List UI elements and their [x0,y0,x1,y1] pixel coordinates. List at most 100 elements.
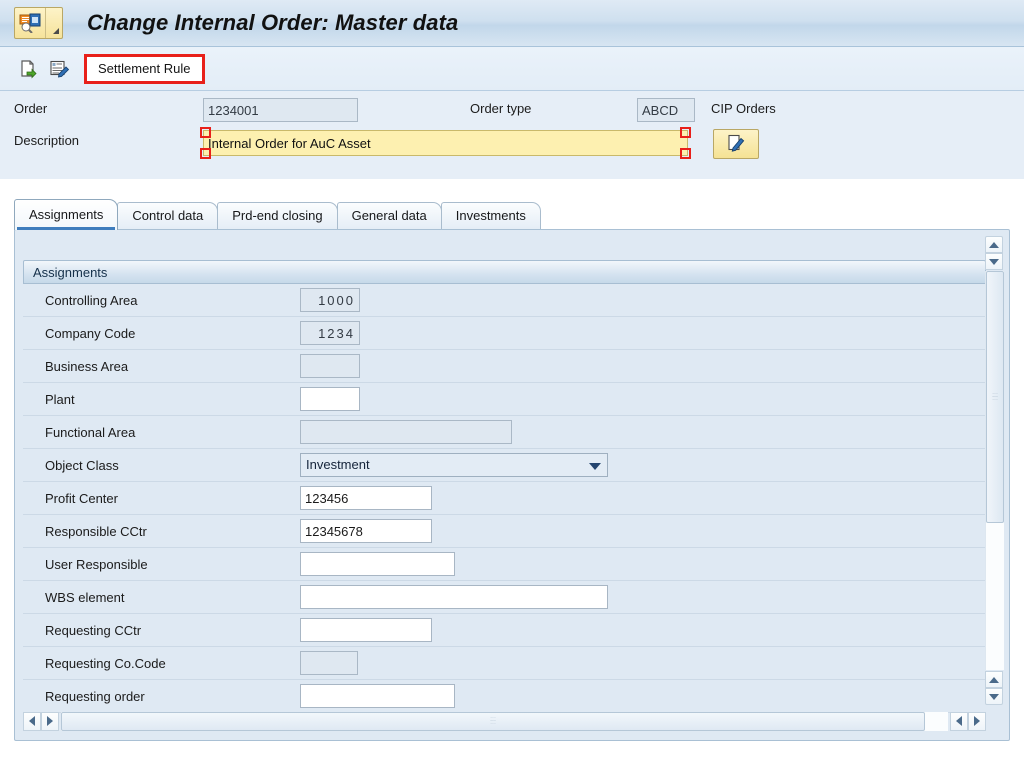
cip-orders-label: CIP Orders [711,101,776,116]
field-input[interactable] [300,486,432,510]
field-label: Requesting Co.Code [45,655,166,671]
field-control [300,354,360,378]
sap-order-icon [15,8,45,38]
field-control [300,486,432,510]
field-input[interactable] [300,354,360,378]
field-label: Object Class [45,457,119,473]
grip-dots-icon: :::::: [490,716,496,726]
field-input[interactable] [300,387,360,411]
field-input[interactable] [300,585,608,609]
field-label: Plant [45,391,75,407]
assignments-group-header: Assignments [23,260,986,284]
order-type-label: Order type [470,101,532,116]
scroll-up-bottom-icon[interactable] [985,671,1003,688]
field-row: Controlling Area [23,284,986,317]
group-title: Assignments [33,264,108,280]
settlement-rule-highlight: Settlement Rule [84,53,205,84]
field-label: Controlling Area [45,292,138,308]
field-label: WBS element [45,589,125,605]
field-label: Responsible CCtr [45,523,147,539]
tab-investments[interactable]: Investments [440,202,541,230]
field-row: Business Area [23,350,986,383]
vertical-scroll-track[interactable]: :::::: [985,271,1004,670]
tab-prd-end-closing[interactable]: Prd-end closing [217,202,338,230]
order-label: Order [14,101,48,116]
field-row: Requesting CCtr [23,614,986,647]
field-control [300,618,432,642]
application-toolbar: Settlement Rule [0,47,1024,91]
corner-dropdown-icon[interactable] [45,8,62,38]
field-label: Business Area [45,358,129,374]
field-control [300,420,512,444]
master-data-edit-icon[interactable] [46,56,72,82]
window-title-bar: Change Internal Order: Master data [0,0,1024,47]
scroll-right-end-icon[interactable] [968,711,986,731]
field-input[interactable] [300,684,455,708]
assignments-panel: Assignments Controlling Area Company Code… [14,229,1010,741]
order-header-form: Order Order type CIP Orders Description [0,91,1024,179]
settlement-rule-button[interactable]: Settlement Rule [88,58,201,79]
scroll-right-icon[interactable] [41,711,59,731]
object-class-select[interactable]: Investment [300,453,608,477]
field-row: Functional Area [23,416,986,449]
field-label: Requesting order [45,688,145,704]
assignments-fields: Controlling Area Company Code Business Are… [23,284,986,714]
field-control [300,552,455,576]
vertical-scroll-thumb[interactable]: :::::: [986,271,1004,523]
field-label: Profit Center [45,490,118,506]
field-control [300,387,360,411]
field-row: Requesting Co.Code [23,647,986,680]
grip-dots-icon: :::::: [992,392,998,402]
cip-orders-button[interactable] [713,129,759,159]
field-label: User Responsible [45,556,148,572]
tab-assignments[interactable]: Assignments [14,199,119,230]
field-control [300,585,608,609]
page-title: Change Internal Order: Master data [87,10,459,35]
horizontal-scroll-thumb[interactable]: :::::: [61,711,925,731]
tab-strip: Assignments Control data Prd-end closing… [14,199,541,230]
field-row: WBS element [23,581,986,614]
field-control [300,288,360,312]
field-row: Plant [23,383,986,416]
scroll-up-icon[interactable] [985,236,1003,253]
other-order-icon[interactable] [16,56,42,82]
field-input[interactable] [300,420,512,444]
tab-control-data[interactable]: Control data [117,202,219,230]
field-row: Responsible CCtr [23,515,986,548]
field-row: Company Code [23,317,986,350]
description-label: Description [14,133,80,148]
chevron-down-icon[interactable] [589,463,601,470]
field-row: Profit Center [23,482,986,515]
order-input[interactable] [203,98,358,122]
field-input[interactable] [300,321,360,345]
scroll-down-icon[interactable] [985,253,1003,270]
order-type-input[interactable] [637,98,695,122]
field-input[interactable] [300,618,432,642]
field-input[interactable] [300,651,358,675]
field-control [300,519,432,543]
field-row: User Responsible [23,548,986,581]
scroll-down-bottom-icon[interactable] [985,688,1003,705]
scroll-left-icon[interactable] [23,711,41,731]
field-control: Investment [300,453,608,477]
field-row: Object Class Investment [23,449,986,482]
select-value: Investment [306,457,370,472]
field-control [300,651,358,675]
field-input[interactable] [300,288,360,312]
horizontal-scroll-track[interactable]: :::::: [61,711,948,731]
description-input[interactable] [203,130,688,156]
field-label: Functional Area [45,424,136,440]
system-menu-button[interactable] [14,7,63,39]
field-input[interactable] [300,552,455,576]
tab-general-data[interactable]: General data [336,202,442,230]
vertical-scrollbar[interactable]: :::::: [985,236,1004,705]
field-input[interactable] [300,519,432,543]
pencil-edit-icon [727,134,745,155]
horizontal-scrollbar[interactable]: :::::: [23,711,986,731]
field-label: Requesting CCtr [45,622,142,638]
field-label: Company Code [45,325,136,341]
field-control [300,321,360,345]
field-row: Requesting order [23,680,986,713]
scroll-left-end-icon[interactable] [950,711,968,731]
field-control [300,684,455,708]
